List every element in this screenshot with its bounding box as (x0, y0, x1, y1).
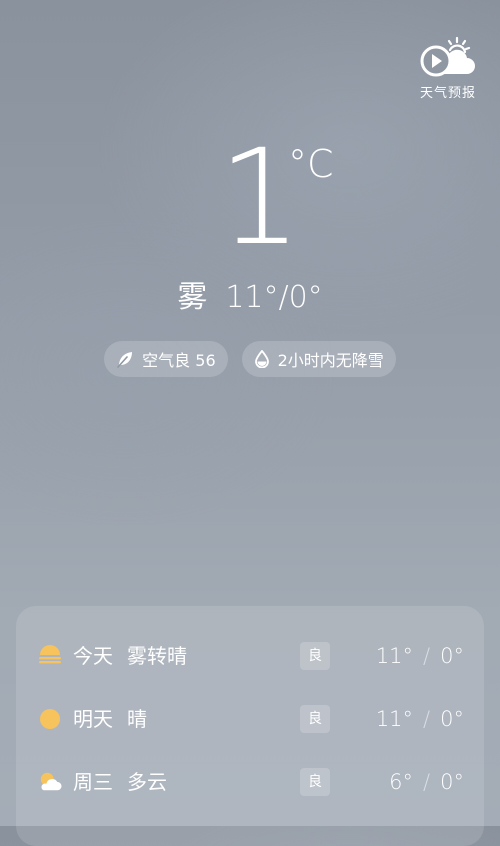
current-temperature: 1 °C (0, 128, 500, 268)
precipitation-chip[interactable]: 2小时内无降雪 (241, 341, 396, 377)
raindrop-icon (254, 350, 269, 368)
forecast-high: 11° (375, 707, 414, 731)
forecast-row-tomorrow[interactable]: 明天 晴 良 11° / 0° (16, 699, 484, 739)
forecast-day: 明天 (73, 707, 113, 731)
play-cloud-icon (420, 36, 475, 77)
forecast-high: 11° (375, 644, 414, 668)
forecast-day: 今天 (73, 644, 113, 668)
fog-icon (39, 645, 61, 664)
forecast-condition: 雾转晴 (127, 644, 187, 668)
current-high-low: 11°/0° (225, 280, 323, 315)
forecast-day: 周三 (73, 770, 113, 794)
air-quality-text: 空气良 56 (142, 351, 216, 370)
forecast-range: 11° / 0° (376, 699, 464, 739)
forecast-row-wednesday[interactable]: 周三 多云 良 6° / 0° (16, 762, 484, 802)
forecast-range: 6° / 0° (389, 762, 464, 802)
forecast-label: 天气预报 (419, 86, 476, 101)
air-quality-chip[interactable]: 空气良 56 (104, 341, 228, 377)
range-separator: / (423, 644, 431, 668)
forecast-low: 0° (440, 770, 464, 794)
temperature-unit: °C (288, 142, 334, 186)
forecast-low: 0° (440, 707, 464, 731)
forecast-high: 6° (389, 770, 414, 794)
range-separator: / (423, 707, 431, 731)
leaf-icon (117, 352, 133, 368)
air-quality-badge: 良 (300, 705, 330, 733)
precipitation-text: 2小时内无降雪 (277, 351, 384, 370)
weather-forecast-video-button[interactable]: 天气预报 (418, 36, 478, 101)
forecast-low: 0° (440, 644, 464, 668)
forecast-row-today[interactable]: 今天 雾转晴 良 11° / 0° (16, 636, 484, 676)
partly-cloudy-icon (40, 772, 62, 791)
forecast-card: 今天 雾转晴 良 11° / 0° 明天 晴 良 11° / 0° 周三 多云 良 6°… (16, 606, 484, 846)
range-separator: / (423, 770, 431, 794)
forecast-condition: 晴 (127, 707, 147, 731)
forecast-condition: 多云 (127, 770, 167, 794)
current-condition: 雾 (177, 280, 208, 315)
info-chips: 空气良 56 2小时内无降雪 (0, 341, 500, 377)
current-condition-line: 雾 11°/0° (0, 278, 500, 318)
air-quality-badge: 良 (300, 768, 330, 796)
sun-icon (40, 709, 60, 729)
forecast-range: 11° / 0° (376, 636, 464, 676)
air-quality-badge: 良 (300, 642, 330, 670)
